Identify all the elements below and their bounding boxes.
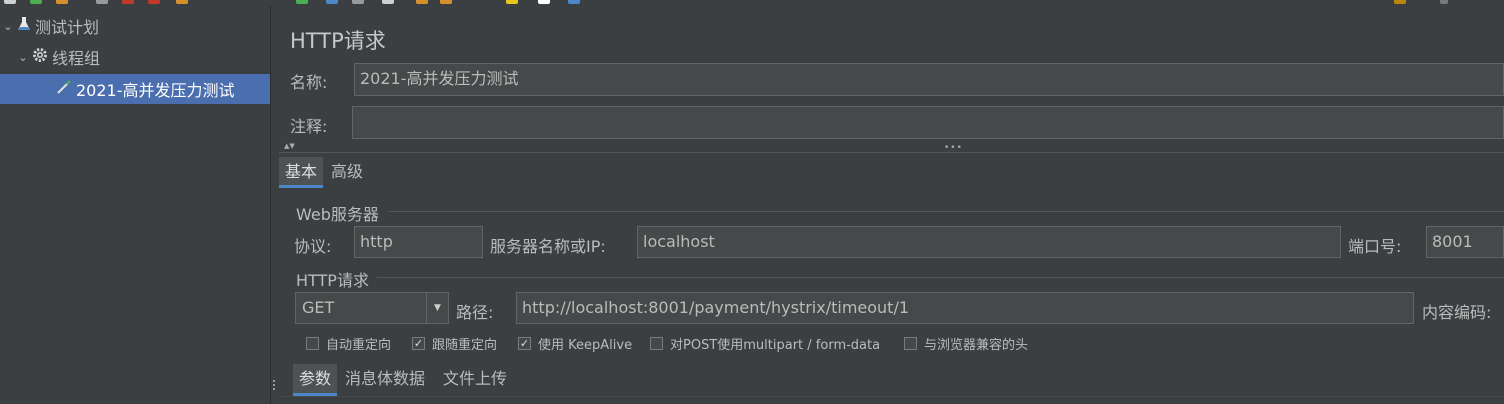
server-name-label: 服务器名称或IP:: [490, 237, 606, 256]
stop-icon[interactable]: [352, 0, 364, 4]
open-icon[interactable]: [30, 0, 42, 4]
start-icon[interactable]: [296, 0, 308, 4]
web-server-section-title: Web服务器: [296, 205, 379, 224]
path-field[interactable]: http://localhost:8001/payment/hystrix/ti…: [516, 292, 1414, 324]
content-encoding-label: 内容编码:: [1422, 303, 1492, 322]
copy-icon[interactable]: [96, 0, 108, 4]
method-value: GET: [302, 298, 335, 317]
cut-icon[interactable]: [122, 0, 134, 4]
help-icon[interactable]: [568, 0, 580, 4]
checkbox-box[interactable]: [904, 337, 917, 350]
tab-basic[interactable]: 基本: [279, 157, 324, 188]
save-icon[interactable]: [56, 0, 68, 4]
comment-label: 注释:: [290, 117, 328, 136]
browser-headers-checkbox[interactable]: 与浏览器兼容的头: [904, 334, 1028, 353]
expand-icon[interactable]: [176, 0, 188, 4]
divider: [279, 396, 1504, 397]
checkbox-box[interactable]: ✓: [412, 337, 425, 350]
gear-icon: [32, 47, 48, 67]
tab-file-upload[interactable]: 文件上传: [437, 364, 513, 394]
warning-icon[interactable]: [1394, 0, 1406, 4]
follow-redirect-checkbox[interactable]: ✓ 跟随重定向: [412, 334, 497, 353]
protocol-field[interactable]: http: [354, 226, 483, 258]
path-label: 路径:: [456, 303, 494, 322]
checkbox-box[interactable]: ✓: [518, 337, 531, 350]
splitter-grip: [273, 388, 275, 390]
tree-item-test-plan[interactable]: ⌄ 测试计划: [0, 11, 270, 41]
flask-icon: [17, 16, 31, 36]
checkbox-box[interactable]: [306, 337, 319, 350]
comment-field[interactable]: [352, 106, 1504, 139]
tree-item-label: 测试计划: [35, 18, 100, 37]
chevron-down-icon[interactable]: ⌄: [2, 20, 14, 33]
section-divider: [389, 211, 1504, 212]
tab-advanced[interactable]: 高级: [325, 157, 369, 187]
port-field[interactable]: 8001: [1426, 226, 1504, 258]
checkbox-box[interactable]: [650, 337, 663, 350]
multipart-checkbox[interactable]: 对POST使用multipart / form-data: [650, 334, 880, 353]
name-field[interactable]: 2021-高并发压力测试: [354, 63, 1504, 96]
section-divider: [377, 277, 1504, 278]
tree-item-thread-group[interactable]: ⌄ 线程组: [0, 42, 270, 72]
checkbox-label: 对POST使用multipart / form-data: [670, 338, 881, 353]
name-label: 名称:: [290, 73, 328, 92]
new-icon[interactable]: [4, 0, 16, 4]
start-no-pause-icon[interactable]: [326, 0, 338, 4]
tree-splitter[interactable]: [270, 6, 279, 404]
splitter-grip: [273, 380, 275, 382]
tree-item-label: 线程组: [52, 49, 101, 68]
tab-parameters[interactable]: 参数: [293, 364, 338, 396]
drag-handle-icon[interactable]: •••: [944, 144, 963, 153]
test-plan-tree: ⌄ 测试计划 ⌄ 线程组 2021-高并发压力测试: [0, 6, 270, 404]
shutdown-icon[interactable]: [382, 0, 394, 4]
tab-body-data[interactable]: 消息体数据: [339, 364, 431, 394]
http-request-section-title: HTTP请求: [296, 271, 369, 290]
port-label: 端口号:: [1348, 237, 1402, 256]
checkbox-label: 与浏览器兼容的头: [924, 338, 1029, 353]
status-icon: [1440, 0, 1448, 4]
protocol-label: 协议:: [294, 237, 332, 256]
auto-redirect-checkbox[interactable]: 自动重定向: [306, 334, 391, 353]
search-icon[interactable]: [506, 0, 518, 4]
server-name-field[interactable]: localhost: [637, 226, 1341, 258]
method-select[interactable]: GET ▼: [295, 292, 449, 324]
function-helper-icon[interactable]: [538, 0, 550, 4]
http-request-panel: HTTP请求 名称: 2021-高并发压力测试 注释: ▲▼ ••• 基本 高级…: [279, 6, 1504, 404]
divider: [279, 152, 1504, 153]
paste-icon[interactable]: [148, 0, 160, 4]
checkbox-label: 跟随重定向: [432, 338, 498, 353]
checkbox-label: 自动重定向: [326, 338, 392, 353]
chevron-down-icon[interactable]: ▼: [426, 293, 448, 323]
keepalive-checkbox[interactable]: ✓ 使用 KeepAlive: [518, 334, 632, 353]
clear-icon[interactable]: [416, 0, 428, 4]
collapse-arrows-icon[interactable]: ▲▼: [284, 143, 295, 150]
chevron-down-icon[interactable]: ⌄: [17, 51, 29, 64]
splitter-grip: [273, 384, 275, 386]
page-title: HTTP请求: [290, 29, 386, 53]
pipette-icon: [56, 79, 72, 99]
tree-item-label: 2021-高并发压力测试: [76, 81, 235, 100]
clear-all-icon[interactable]: [440, 0, 452, 4]
checkbox-label: 使用 KeepAlive: [538, 338, 633, 353]
tree-item-http-request[interactable]: 2021-高并发压力测试: [0, 74, 270, 104]
